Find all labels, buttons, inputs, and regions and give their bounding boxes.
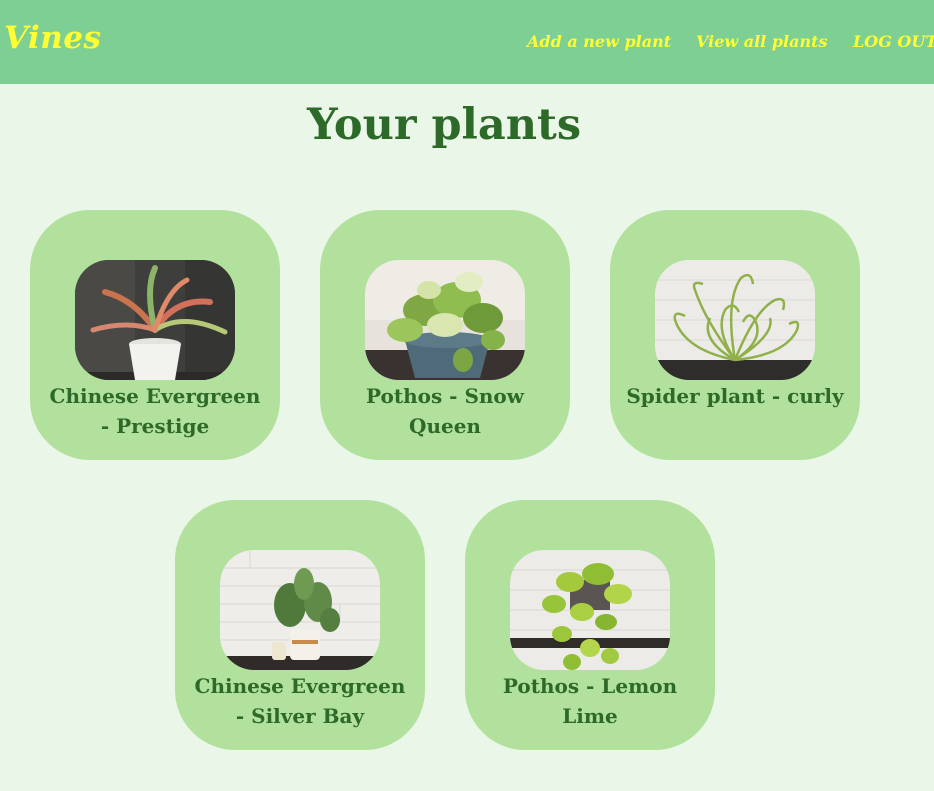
plant-photo <box>220 550 380 670</box>
plant-card[interactable]: Spider plant - curly <box>610 210 860 460</box>
plant-name: Pothos - Lemon Lime <box>502 674 678 728</box>
nav-add-plant-link[interactable]: Add a new plant <box>527 32 671 51</box>
plant-card[interactable]: Pothos - Snow Queen <box>320 210 570 460</box>
plant-photo-image <box>75 260 235 380</box>
plant-photo-image <box>510 550 670 670</box>
page-title: Your plants <box>306 100 582 150</box>
nav-logout-link[interactable]: LOG OUT <box>853 32 934 51</box>
plant-photo-image <box>220 550 380 670</box>
plant-name: Chinese Evergreen - Silver Bay <box>194 674 406 728</box>
brand-logo-link[interactable]: Vines <box>4 20 102 56</box>
plant-name: Spider plant - curly <box>626 384 844 408</box>
nav-view-all-plants-link[interactable]: View all plants <box>696 32 828 51</box>
navbar: Vines Add a new plant View all plants LO… <box>0 0 934 84</box>
plant-photo-image <box>365 260 525 380</box>
plant-card[interactable]: Chinese Evergreen - Silver Bay <box>175 500 425 750</box>
plant-card[interactable]: Chinese Evergreen - Prestige <box>30 210 280 460</box>
plant-photo-image <box>655 260 815 380</box>
plant-name: Pothos - Snow Queen <box>366 384 524 438</box>
plant-photo <box>655 260 815 380</box>
plant-photo <box>510 550 670 670</box>
plant-photo <box>75 260 235 380</box>
plant-name: Chinese Evergreen - Prestige <box>49 384 261 438</box>
plant-photo <box>365 260 525 380</box>
plant-card[interactable]: Pothos - Lemon Lime <box>465 500 715 750</box>
